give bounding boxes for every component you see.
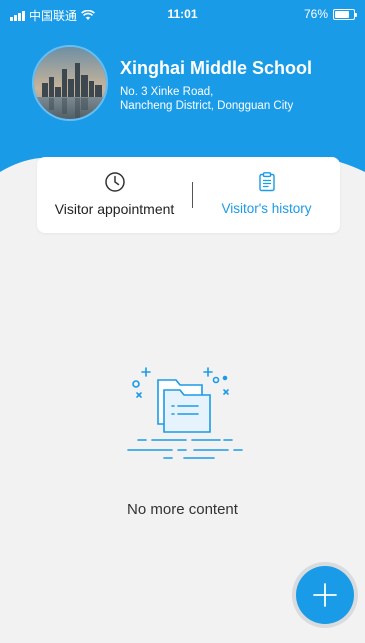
address-line-2: Nancheng District, Dongguan City bbox=[120, 100, 294, 112]
tab-visitor-appointment[interactable]: Visitor appointment bbox=[37, 157, 192, 233]
screen: 中国联通 11:01 76% Xinghai Middle School No.… bbox=[0, 0, 365, 643]
empty-folder-illustration bbox=[124, 366, 252, 467]
tab-card: Visitor appointment Visitor's history bbox=[37, 157, 340, 233]
school-avatar[interactable] bbox=[32, 45, 108, 121]
tab-visitors-history-label: Visitor's history bbox=[221, 201, 312, 216]
clock-icon bbox=[104, 172, 125, 192]
tab-visitors-history[interactable]: Visitor's history bbox=[193, 157, 340, 233]
battery-percent: 76% bbox=[303, 7, 328, 21]
add-button[interactable] bbox=[296, 566, 354, 624]
plus-icon bbox=[313, 583, 337, 607]
tab-visitor-appointment-label: Visitor appointment bbox=[54, 201, 175, 217]
empty-state-text: No more content bbox=[127, 501, 238, 518]
status-bar: 中国联通 11:01 76% bbox=[0, 0, 365, 28]
battery-icon bbox=[333, 8, 357, 20]
address-line-1: No. 3 Xinke Road, bbox=[120, 86, 214, 98]
battery-fill bbox=[335, 10, 349, 18]
school-name: Xinghai Middle School bbox=[120, 58, 313, 78]
school-address: No. 3 Xinke Road, Nancheng District, Don… bbox=[120, 85, 293, 113]
clipboard-icon bbox=[258, 172, 275, 192]
empty-folder-icon bbox=[127, 367, 243, 459]
status-bar-right: 76% bbox=[303, 7, 357, 21]
